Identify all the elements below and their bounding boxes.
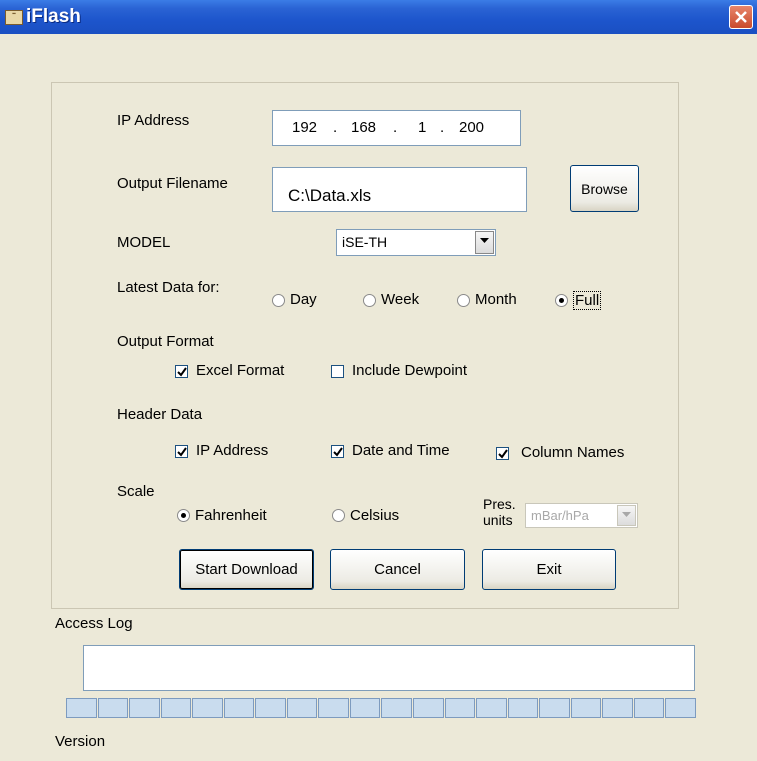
latest-data-label: Latest Data for: [117, 279, 220, 296]
pres-units-label-line2: units [483, 512, 513, 528]
chevron-down-icon [622, 512, 631, 517]
checkmark-icon [333, 447, 343, 457]
pres-units-value: mBar/hPa [531, 508, 589, 523]
browse-button[interactable]: Browse [570, 165, 639, 212]
include-dewpoint-checkbox[interactable] [331, 365, 344, 378]
progress-segment [160, 698, 192, 718]
progress-segment [286, 698, 318, 718]
output-filename-label: Output Filename [117, 175, 228, 192]
output-filename-value[interactable]: C:\Data.xls [288, 186, 371, 206]
include-dewpoint-label[interactable]: Include Dewpoint [352, 362, 467, 379]
ip-address-input[interactable]: 192 . 168 . 1 . 200 [272, 110, 521, 146]
excel-format-label[interactable]: Excel Format [196, 362, 284, 379]
column-names-checkbox[interactable] [496, 447, 509, 460]
title-bar[interactable]: ▪▪ iFlash [0, 0, 757, 34]
progress-segment [129, 698, 160, 718]
progress-segment [665, 698, 696, 718]
radio-full-label[interactable]: Full [573, 291, 602, 310]
version-label: Version [55, 733, 106, 750]
header-data-label: Header Data [117, 406, 203, 423]
dropdown-arrow[interactable] [475, 231, 494, 254]
progress-segment [570, 698, 602, 718]
ip-dot: . [333, 119, 338, 136]
ip-octet-3[interactable]: 1 [418, 119, 426, 136]
checkmark-icon [177, 447, 187, 457]
radio-month-label[interactable]: Month [475, 291, 517, 308]
date-and-time-checkbox[interactable] [331, 445, 344, 458]
progress-segment [413, 698, 444, 718]
start-download-button[interactable]: Start Download [179, 549, 314, 590]
model-value: iSE-TH [342, 234, 388, 250]
access-log-box[interactable] [83, 645, 695, 691]
checkmark-icon [177, 367, 187, 377]
download-progress-bar [66, 698, 696, 718]
ip-octet-1[interactable]: 192 [292, 119, 317, 136]
progress-segment [349, 698, 381, 718]
progress-segment [602, 698, 633, 718]
progress-segment [192, 698, 223, 718]
ip-dot: . [440, 119, 445, 136]
ip-octet-2[interactable]: 168 [351, 119, 376, 136]
output-filename-input[interactable]: C:\Data.xls [272, 167, 527, 212]
cancel-button[interactable]: Cancel [330, 549, 465, 590]
model-select[interactable]: iSE-TH [336, 229, 496, 256]
exit-button[interactable]: Exit [482, 549, 616, 590]
radio-fahrenheit-label[interactable]: Fahrenheit [195, 507, 267, 524]
header-ip-address-label[interactable]: IP Address [196, 442, 268, 459]
pres-units-label-line1: Pres. [483, 496, 516, 512]
header-ip-address-checkbox[interactable] [175, 445, 188, 458]
model-label: MODEL [117, 234, 171, 251]
scale-label: Scale [117, 483, 155, 500]
iflash-window: ▪▪ iFlash IP Address 192 . 168 . 1 . 200… [0, 0, 757, 761]
progress-segment [633, 698, 665, 718]
output-format-label: Output Format [117, 333, 214, 350]
date-and-time-label[interactable]: Date and Time [352, 442, 450, 459]
progress-segment [223, 698, 255, 718]
radio-fahrenheit[interactable] [177, 509, 190, 522]
close-icon [735, 11, 747, 23]
app-icon: ▪▪ [5, 10, 23, 25]
radio-full[interactable] [555, 294, 568, 307]
ip-dot: . [393, 119, 398, 136]
progress-segment [318, 698, 349, 718]
close-button[interactable] [729, 5, 753, 29]
radio-month[interactable] [457, 294, 470, 307]
window-title: iFlash [26, 6, 81, 27]
excel-format-checkbox[interactable] [175, 365, 188, 378]
radio-week-label[interactable]: Week [381, 291, 419, 308]
radio-week[interactable] [363, 294, 376, 307]
checkmark-icon [498, 449, 508, 459]
access-log-label: Access Log [55, 615, 133, 632]
progress-segment [476, 698, 507, 718]
radio-day-label[interactable]: Day [290, 291, 317, 308]
ip-address-label: IP Address [117, 112, 190, 129]
progress-segment [381, 698, 413, 718]
progress-segment [66, 698, 97, 718]
chevron-down-icon [480, 238, 489, 243]
radio-celsius-label[interactable]: Celsius [350, 507, 399, 524]
progress-segment [255, 698, 286, 718]
ip-octet-4[interactable]: 200 [459, 119, 484, 136]
column-names-label[interactable]: Column Names [521, 444, 624, 461]
progress-segment [97, 698, 129, 718]
progress-segment [507, 698, 539, 718]
progress-segment [539, 698, 570, 718]
radio-day[interactable] [272, 294, 285, 307]
radio-celsius[interactable] [332, 509, 345, 522]
dropdown-arrow[interactable] [617, 505, 636, 526]
pres-units-select[interactable]: mBar/hPa [525, 503, 638, 528]
progress-segment [444, 698, 476, 718]
